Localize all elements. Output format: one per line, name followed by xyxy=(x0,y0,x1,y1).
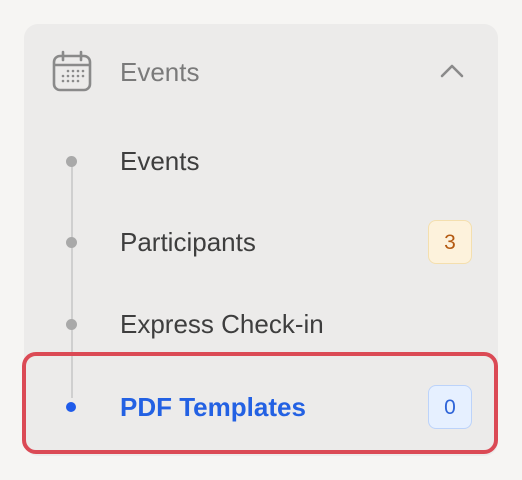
chevron-up-icon[interactable] xyxy=(438,60,466,82)
calendar-icon xyxy=(52,50,92,92)
highlight-box xyxy=(22,352,498,454)
sidebar-item-label: Participants xyxy=(120,227,256,257)
sidebar-item-label: Express Check-in xyxy=(120,309,324,339)
sidebar-item-participants[interactable]: Participants 3 xyxy=(24,208,498,278)
bullet xyxy=(66,237,77,248)
group-title: Events xyxy=(120,57,200,87)
bullet xyxy=(66,319,77,330)
sidebar-item-express-check-in[interactable]: Express Check-in xyxy=(24,290,498,360)
sidebar-item-events[interactable]: Events xyxy=(24,126,498,196)
sidebar-item-label: Events xyxy=(120,146,200,176)
events-group-header[interactable]: Events xyxy=(24,24,498,120)
bullet xyxy=(66,156,77,167)
count-badge: 3 xyxy=(428,220,472,264)
